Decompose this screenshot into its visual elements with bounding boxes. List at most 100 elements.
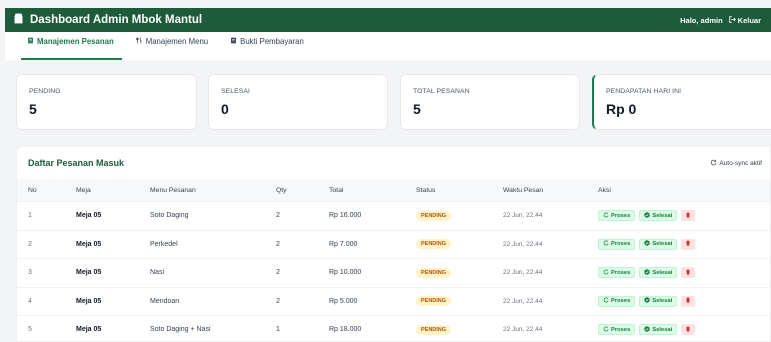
selesai-button[interactable]: Selesai	[639, 210, 678, 222]
row-number: 4	[28, 297, 32, 305]
stat-card-pending: PENDING 5	[16, 74, 197, 130]
row-total: Rp 18.000	[329, 326, 362, 334]
proses-label: Proses	[611, 212, 631, 219]
row-qty: 2	[276, 269, 280, 277]
row-table-number: Meja 05	[76, 326, 102, 334]
app-brand: Dashboard Admin Mbok Mantul	[13, 13, 202, 27]
stat-card-total-pesanan: TOTAL PESANAN 5	[400, 74, 580, 130]
row-number: 1	[28, 212, 32, 220]
stat-card-pendapatan: PENDAPATAN HARI INI Rp 0	[592, 74, 771, 130]
check-circle-icon	[644, 269, 651, 277]
selesai-button[interactable]: Selesai	[639, 295, 678, 307]
delete-button[interactable]	[681, 267, 696, 279]
row-qty: 2	[276, 297, 280, 305]
selesai-label: Selesai	[652, 212, 673, 219]
row-time: 22 Jun, 22.44	[503, 240, 543, 248]
proses-button[interactable]: Proses	[598, 324, 636, 336]
row-total: Rp 10.000	[329, 269, 362, 277]
refresh-icon	[603, 326, 609, 334]
refresh-icon	[603, 212, 609, 220]
table-row: 5 Meja 05 Soto Daging + Nasi 1 Rp 18.000…	[17, 315, 770, 341]
tab-label: Bukti Pembayaran	[240, 36, 304, 46]
trash-icon	[685, 269, 691, 277]
refresh-icon	[603, 297, 609, 305]
row-menu: Soto Daging + Nasi	[150, 326, 211, 334]
stat-value: 5	[413, 101, 421, 117]
check-circle-icon	[644, 297, 651, 305]
greeting-text: Halo, admin	[680, 15, 723, 25]
selesai-label: Selesai	[652, 326, 673, 333]
row-time: 22 Jun, 22.44	[503, 297, 543, 305]
stat-label: TOTAL PESANAN	[413, 88, 470, 95]
row-total: Rp 16.000	[329, 212, 362, 220]
row-number: 5	[28, 326, 32, 334]
row-table-number: Meja 05	[76, 269, 102, 277]
stat-value: 0	[221, 101, 229, 117]
delete-button[interactable]	[681, 295, 696, 307]
auto-sync-indicator: Auto-sync aktif	[710, 159, 762, 168]
row-number: 2	[28, 240, 32, 248]
check-circle-icon	[644, 240, 651, 248]
row-time: 22 Jun, 22.44	[503, 212, 543, 220]
receipt-icon	[27, 37, 34, 46]
stat-card-selesai: SELESAI 0	[208, 74, 388, 130]
delete-button[interactable]	[681, 238, 696, 250]
tab-bar: Manajemen Pesanan Manajemen Menu Bukti P…	[5, 32, 771, 60]
column-header: Aksi	[598, 186, 611, 194]
row-menu: Nasi	[150, 269, 165, 277]
proses-label: Proses	[611, 241, 631, 248]
proses-label: Proses	[611, 326, 631, 333]
proses-button[interactable]: Proses	[598, 295, 636, 307]
refresh-icon	[603, 240, 609, 248]
logout-icon	[728, 15, 736, 25]
top-bar: Dashboard Admin Mbok Mantul Halo, admin …	[5, 8, 771, 32]
document-icon	[230, 37, 237, 46]
selesai-label: Selesai	[652, 269, 673, 276]
table-row: 3 Meja 05 Nasi 2 Rp 10.000 PENDING 22 Ju…	[17, 258, 770, 287]
proses-button[interactable]: Proses	[598, 267, 636, 279]
row-qty: 2	[276, 240, 280, 248]
row-menu: Perkedel	[150, 240, 178, 248]
panel-title: Daftar Pesanan Masuk	[28, 158, 125, 168]
delete-button[interactable]	[681, 210, 696, 222]
refresh-icon	[603, 269, 609, 277]
row-table-number: Meja 05	[76, 240, 102, 248]
stat-label: PENDAPATAN HARI INI	[606, 88, 682, 95]
logout-label: Keluar	[737, 15, 761, 25]
tab-manajemen-pesanan[interactable]: Manajemen Pesanan	[21, 32, 122, 60]
tab-label: Manajemen Menu	[145, 36, 209, 46]
column-header: Waktu Pesan	[503, 186, 544, 194]
user-area: Halo, admin Keluar	[680, 16, 761, 25]
selesai-button[interactable]: Selesai	[639, 324, 678, 336]
row-actions: Proses Selesai	[598, 202, 699, 230]
proses-button[interactable]: Proses	[598, 238, 636, 250]
check-circle-icon	[644, 326, 651, 334]
trash-icon	[685, 297, 691, 305]
table-row: 1 Meja 05 Soto Daging 2 Rp 16.000 PENDIN…	[17, 201, 770, 230]
status-badge: PENDING	[416, 296, 452, 307]
selesai-button[interactable]: Selesai	[639, 267, 678, 279]
row-menu: Mendoan	[150, 297, 180, 305]
proses-label: Proses	[611, 298, 631, 305]
row-number: 3	[28, 269, 32, 277]
table-body: 1 Meja 05 Soto Daging 2 Rp 16.000 PENDIN…	[17, 201, 770, 341]
column-header: No	[28, 186, 37, 194]
column-header: Menu Pesanan	[150, 186, 196, 194]
logout-button[interactable]: Keluar	[728, 15, 761, 25]
delete-button[interactable]	[681, 324, 696, 336]
column-header: Qty	[276, 186, 287, 194]
tab-bukti-pembayaran[interactable]: Bukti Pembayaran	[224, 32, 312, 60]
status-badge: PENDING	[416, 267, 452, 278]
row-qty: 1	[276, 326, 280, 334]
row-table-number: Meja 05	[76, 212, 102, 220]
utensils-icon	[136, 36, 143, 46]
column-header: Status	[416, 186, 436, 194]
row-total: Rp 7.000	[329, 240, 358, 248]
proses-button[interactable]: Proses	[598, 210, 636, 222]
column-header: Total	[329, 186, 344, 194]
tab-manajemen-menu[interactable]: Manajemen Menu	[130, 32, 216, 60]
selesai-label: Selesai	[652, 241, 673, 248]
row-time: 22 Jun, 22.44	[503, 326, 543, 334]
selesai-button[interactable]: Selesai	[639, 238, 678, 250]
stat-value: Rp 0	[606, 101, 637, 117]
